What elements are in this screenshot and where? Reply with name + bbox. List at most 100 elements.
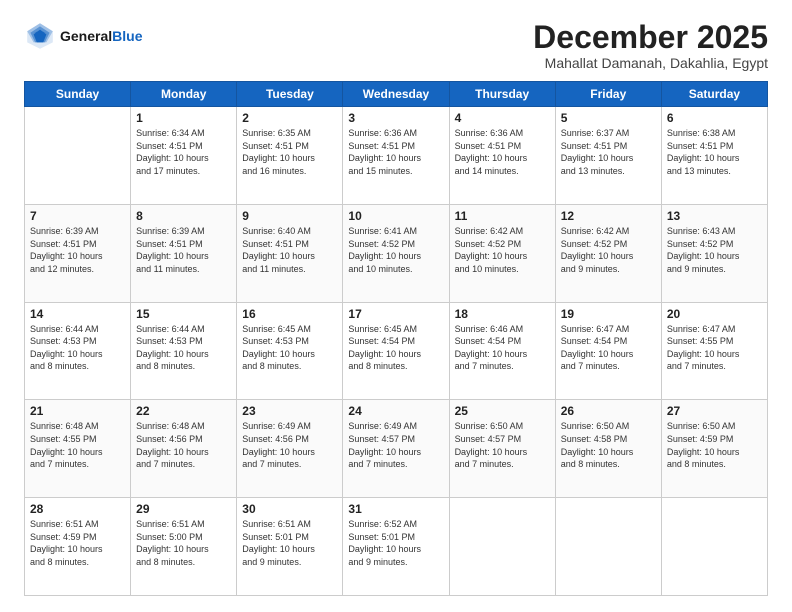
day-info: Sunrise: 6:46 AM Sunset: 4:54 PM Dayligh… xyxy=(455,323,550,373)
day-info: Sunrise: 6:36 AM Sunset: 4:51 PM Dayligh… xyxy=(455,127,550,177)
day-info: Sunrise: 6:39 AM Sunset: 4:51 PM Dayligh… xyxy=(30,225,125,275)
calendar-cell: 13Sunrise: 6:43 AM Sunset: 4:52 PM Dayli… xyxy=(661,204,767,302)
day-info: Sunrise: 6:49 AM Sunset: 4:56 PM Dayligh… xyxy=(242,420,337,470)
calendar-cell: 27 Sunrise: 6:50 AM Sunset: 4:59 PM Dayli… xyxy=(661,400,767,498)
day-info: Sunrise: 6:51 AM Sunset: 5:01 PM Dayligh… xyxy=(242,518,337,568)
day-number: 3 xyxy=(348,111,443,125)
calendar-week-3: 14 Sunrise: 6:44 AM Sunset: 4:53 PM Dayli… xyxy=(25,302,768,400)
calendar-week-4: 21 Sunrise: 6:48 AM Sunset: 4:55 PM Dayli… xyxy=(25,400,768,498)
day-info: Sunrise: 6:52 AM Sunset: 5:01 PM Dayligh… xyxy=(348,518,443,568)
day-info: Sunrise: 6:40 AM Sunset: 4:51 PM Dayligh… xyxy=(242,225,337,275)
calendar-week-5: 28Sunrise: 6:51 AM Sunset: 4:59 PM Dayli… xyxy=(25,498,768,596)
calendar-week-2: 7 Sunrise: 6:39 AM Sunset: 4:51 PM Daylig… xyxy=(25,204,768,302)
calendar-cell: 25Sunrise: 6:50 AM Sunset: 4:57 PM Dayli… xyxy=(449,400,555,498)
calendar-cell: 16 Sunrise: 6:45 AM Sunset: 4:53 PM Dayli… xyxy=(237,302,343,400)
day-number: 27 xyxy=(667,404,762,418)
calendar-cell: 3 Sunrise: 6:36 AM Sunset: 4:51 PM Daylig… xyxy=(343,107,449,205)
calendar-cell: 5 Sunrise: 6:37 AM Sunset: 4:51 PM Daylig… xyxy=(555,107,661,205)
day-info: Sunrise: 6:37 AM Sunset: 4:51 PM Dayligh… xyxy=(561,127,656,177)
calendar-cell: 20 Sunrise: 6:47 AM Sunset: 4:55 PM Dayli… xyxy=(661,302,767,400)
day-info: Sunrise: 6:36 AM Sunset: 4:51 PM Dayligh… xyxy=(348,127,443,177)
day-header-thursday: Thursday xyxy=(449,82,555,107)
day-number: 12 xyxy=(561,209,656,223)
day-number: 5 xyxy=(561,111,656,125)
calendar-cell: 8 Sunrise: 6:39 AM Sunset: 4:51 PM Daylig… xyxy=(131,204,237,302)
calendar-cell: 11 Sunrise: 6:42 AM Sunset: 4:52 PM Dayli… xyxy=(449,204,555,302)
day-header-wednesday: Wednesday xyxy=(343,82,449,107)
calendar-cell: 19 Sunrise: 6:47 AM Sunset: 4:54 PM Dayli… xyxy=(555,302,661,400)
calendar-cell: 17Sunrise: 6:45 AM Sunset: 4:54 PM Dayli… xyxy=(343,302,449,400)
day-info: Sunrise: 6:45 AM Sunset: 4:53 PM Dayligh… xyxy=(242,323,337,373)
day-number: 20 xyxy=(667,307,762,321)
calendar-cell: 22Sunrise: 6:48 AM Sunset: 4:56 PM Dayli… xyxy=(131,400,237,498)
day-info: Sunrise: 6:48 AM Sunset: 4:56 PM Dayligh… xyxy=(136,420,231,470)
calendar-cell: 26 Sunrise: 6:50 AM Sunset: 4:58 PM Dayli… xyxy=(555,400,661,498)
day-number: 1 xyxy=(136,111,231,125)
day-header-sunday: Sunday xyxy=(25,82,131,107)
calendar-cell: 23Sunrise: 6:49 AM Sunset: 4:56 PM Dayli… xyxy=(237,400,343,498)
day-info: Sunrise: 6:48 AM Sunset: 4:55 PM Dayligh… xyxy=(30,420,125,470)
calendar-table: SundayMondayTuesdayWednesdayThursdayFrid… xyxy=(24,81,768,596)
day-info: Sunrise: 6:42 AM Sunset: 4:52 PM Dayligh… xyxy=(561,225,656,275)
day-info: Sunrise: 6:41 AM Sunset: 4:52 PM Dayligh… xyxy=(348,225,443,275)
day-info: Sunrise: 6:51 AM Sunset: 4:59 PM Dayligh… xyxy=(30,518,125,568)
day-number: 31 xyxy=(348,502,443,516)
calendar-cell: 28Sunrise: 6:51 AM Sunset: 4:59 PM Dayli… xyxy=(25,498,131,596)
calendar-cell: 31 Sunrise: 6:52 AM Sunset: 5:01 PM Dayli… xyxy=(343,498,449,596)
page: GeneralBlue December 2025 Mahallat Daman… xyxy=(0,0,792,612)
calendar-cell: 12 Sunrise: 6:42 AM Sunset: 4:52 PM Dayli… xyxy=(555,204,661,302)
logo: GeneralBlue xyxy=(24,20,142,52)
day-info: Sunrise: 6:50 AM Sunset: 4:57 PM Dayligh… xyxy=(455,420,550,470)
day-info: Sunrise: 6:42 AM Sunset: 4:52 PM Dayligh… xyxy=(455,225,550,275)
title-block: December 2025 Mahallat Damanah, Dakahlia… xyxy=(533,20,768,71)
day-info: Sunrise: 6:45 AM Sunset: 4:54 PM Dayligh… xyxy=(348,323,443,373)
logo-icon xyxy=(24,20,56,52)
day-number: 11 xyxy=(455,209,550,223)
day-number: 4 xyxy=(455,111,550,125)
day-info: Sunrise: 6:51 AM Sunset: 5:00 PM Dayligh… xyxy=(136,518,231,568)
day-info: Sunrise: 6:43 AM Sunset: 4:52 PM Dayligh… xyxy=(667,225,762,275)
calendar-cell: 29 Sunrise: 6:51 AM Sunset: 5:00 PM Dayli… xyxy=(131,498,237,596)
calendar-cell xyxy=(449,498,555,596)
day-info: Sunrise: 6:38 AM Sunset: 4:51 PM Dayligh… xyxy=(667,127,762,177)
day-number: 8 xyxy=(136,209,231,223)
day-number: 9 xyxy=(242,209,337,223)
day-number: 6 xyxy=(667,111,762,125)
calendar-cell: 21 Sunrise: 6:48 AM Sunset: 4:55 PM Dayli… xyxy=(25,400,131,498)
calendar-cell xyxy=(555,498,661,596)
day-info: Sunrise: 6:39 AM Sunset: 4:51 PM Dayligh… xyxy=(136,225,231,275)
day-info: Sunrise: 6:49 AM Sunset: 4:57 PM Dayligh… xyxy=(348,420,443,470)
day-number: 15 xyxy=(136,307,231,321)
day-number: 2 xyxy=(242,111,337,125)
day-number: 7 xyxy=(30,209,125,223)
calendar-cell: 6 Sunrise: 6:38 AM Sunset: 4:51 PM Daylig… xyxy=(661,107,767,205)
day-info: Sunrise: 6:34 AM Sunset: 4:51 PM Dayligh… xyxy=(136,127,231,177)
day-number: 29 xyxy=(136,502,231,516)
day-number: 26 xyxy=(561,404,656,418)
calendar-cell: 1 Sunrise: 6:34 AM Sunset: 4:51 PM Daylig… xyxy=(131,107,237,205)
day-number: 16 xyxy=(242,307,337,321)
calendar-cell: 10Sunrise: 6:41 AM Sunset: 4:52 PM Dayli… xyxy=(343,204,449,302)
calendar-cell: 2Sunrise: 6:35 AM Sunset: 4:51 PM Daylig… xyxy=(237,107,343,205)
day-info: Sunrise: 6:50 AM Sunset: 4:59 PM Dayligh… xyxy=(667,420,762,470)
day-number: 21 xyxy=(30,404,125,418)
calendar-cell: 18Sunrise: 6:46 AM Sunset: 4:54 PM Dayli… xyxy=(449,302,555,400)
calendar-week-1: 1 Sunrise: 6:34 AM Sunset: 4:51 PM Daylig… xyxy=(25,107,768,205)
header: GeneralBlue December 2025 Mahallat Daman… xyxy=(24,20,768,71)
day-number: 24 xyxy=(348,404,443,418)
calendar-header-row: SundayMondayTuesdayWednesdayThursdayFrid… xyxy=(25,82,768,107)
day-info: Sunrise: 6:50 AM Sunset: 4:58 PM Dayligh… xyxy=(561,420,656,470)
calendar-cell xyxy=(661,498,767,596)
logo-text: GeneralBlue xyxy=(60,28,142,44)
day-info: Sunrise: 6:47 AM Sunset: 4:54 PM Dayligh… xyxy=(561,323,656,373)
day-header-monday: Monday xyxy=(131,82,237,107)
location-subtitle: Mahallat Damanah, Dakahlia, Egypt xyxy=(533,55,768,71)
day-info: Sunrise: 6:47 AM Sunset: 4:55 PM Dayligh… xyxy=(667,323,762,373)
calendar-cell: 14 Sunrise: 6:44 AM Sunset: 4:53 PM Dayli… xyxy=(25,302,131,400)
calendar-cell xyxy=(25,107,131,205)
day-header-saturday: Saturday xyxy=(661,82,767,107)
day-number: 14 xyxy=(30,307,125,321)
calendar-cell: 30Sunrise: 6:51 AM Sunset: 5:01 PM Dayli… xyxy=(237,498,343,596)
day-number: 19 xyxy=(561,307,656,321)
day-info: Sunrise: 6:44 AM Sunset: 4:53 PM Dayligh… xyxy=(30,323,125,373)
